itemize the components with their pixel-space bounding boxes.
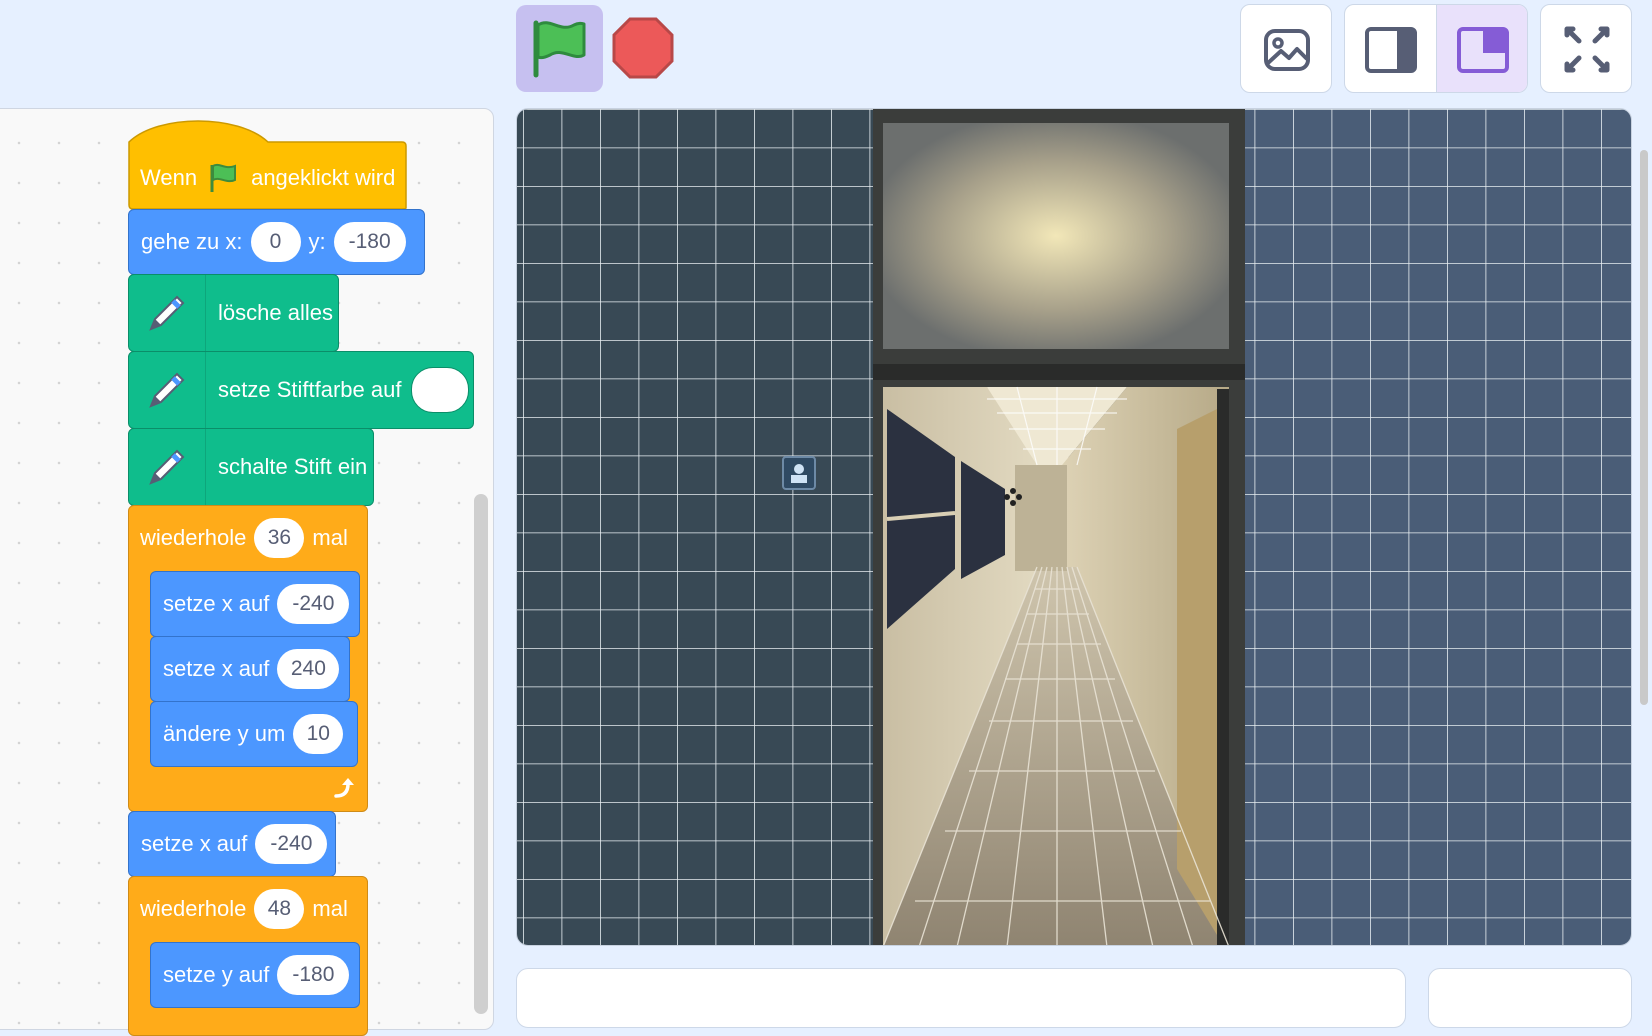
set-x-input[interactable]: -240 xyxy=(255,824,328,864)
when-flag-clicked-block[interactable]: Wenn angeklickt wird xyxy=(128,120,407,210)
set-pen-color-label: setze Stiftfarbe auf xyxy=(218,377,402,402)
change-y-label: ändere y um xyxy=(163,721,286,746)
fullscreen-icon xyxy=(1564,26,1610,73)
large-stage-icon xyxy=(1457,27,1509,73)
green-flag-icon xyxy=(210,163,237,192)
stage-selector-panel[interactable] xyxy=(1428,968,1632,1028)
goto-xy-block[interactable]: gehe zu x: 0 y: -180 xyxy=(128,209,425,275)
fullscreen-button[interactable] xyxy=(1540,4,1632,93)
pen-icon xyxy=(149,295,185,331)
set-y-label: setze y auf xyxy=(163,962,270,987)
set-x-block[interactable]: setze x auf -240 xyxy=(150,571,360,637)
set-x-label: setze x auf xyxy=(163,591,270,616)
when-label: Wenn xyxy=(140,165,198,190)
green-flag-icon xyxy=(533,20,586,78)
small-stage-button[interactable] xyxy=(1345,5,1437,92)
set-y-input[interactable]: -180 xyxy=(277,955,350,995)
repeat-count-input[interactable]: 36 xyxy=(254,518,305,558)
stop-button[interactable] xyxy=(610,15,676,81)
repeat-suffix: mal xyxy=(312,525,348,550)
set-x-label: setze x auf xyxy=(141,831,248,856)
change-y-input[interactable]: 10 xyxy=(293,714,344,754)
set-pen-color-block[interactable]: setze Stiftfarbe auf xyxy=(128,351,474,429)
stop-icon xyxy=(612,17,674,79)
green-flag-button[interactable] xyxy=(516,5,603,92)
repeat-suffix: mal xyxy=(312,896,348,921)
clear-label: lösche alles xyxy=(218,300,333,325)
set-x-block[interactable]: setze x auf -240 xyxy=(128,811,336,877)
goto-x-input[interactable]: 0 xyxy=(250,222,301,262)
small-stage-icon xyxy=(1365,27,1417,73)
change-y-block[interactable]: ändere y um 10 xyxy=(150,701,358,767)
repeat-label: wiederhole xyxy=(140,896,247,921)
code-scrollbar[interactable] xyxy=(474,494,488,1014)
repeat-label: wiederhole xyxy=(140,525,247,550)
pen-down-label: schalte Stift ein xyxy=(218,454,368,479)
clicked-label: angeklickt wird xyxy=(251,165,396,190)
goto-y-label: y: xyxy=(308,229,326,254)
large-stage-button[interactable] xyxy=(1437,5,1527,92)
goto-label: gehe zu x: xyxy=(141,229,243,254)
repeat-arrow-icon xyxy=(332,774,358,805)
sprite-info-panel[interactable] xyxy=(516,968,1406,1028)
pen-icon xyxy=(149,449,185,485)
set-y-block[interactable]: setze y auf -180 xyxy=(150,942,360,1008)
set-x-input[interactable]: 240 xyxy=(277,649,340,689)
stage[interactable] xyxy=(516,108,1632,946)
screenshot-button[interactable] xyxy=(1240,4,1332,93)
pen-down-block[interactable]: schalte Stift ein xyxy=(128,428,374,506)
repeat-count-input[interactable]: 48 xyxy=(254,889,305,929)
set-x-label: setze x auf xyxy=(163,656,270,681)
page-scrollbar[interactable] xyxy=(1640,150,1648,705)
goto-y-input[interactable]: -180 xyxy=(333,222,406,262)
set-x-block[interactable]: setze x auf 240 xyxy=(150,636,350,702)
pen-icon xyxy=(149,372,185,408)
stage-canvas xyxy=(517,109,1631,945)
image-icon xyxy=(1264,29,1310,71)
set-x-input[interactable]: -240 xyxy=(277,584,350,624)
pen-color-swatch[interactable] xyxy=(411,367,470,413)
stage-size-toggle xyxy=(1344,4,1528,93)
pen-clear-block[interactable]: lösche alles xyxy=(128,274,339,352)
